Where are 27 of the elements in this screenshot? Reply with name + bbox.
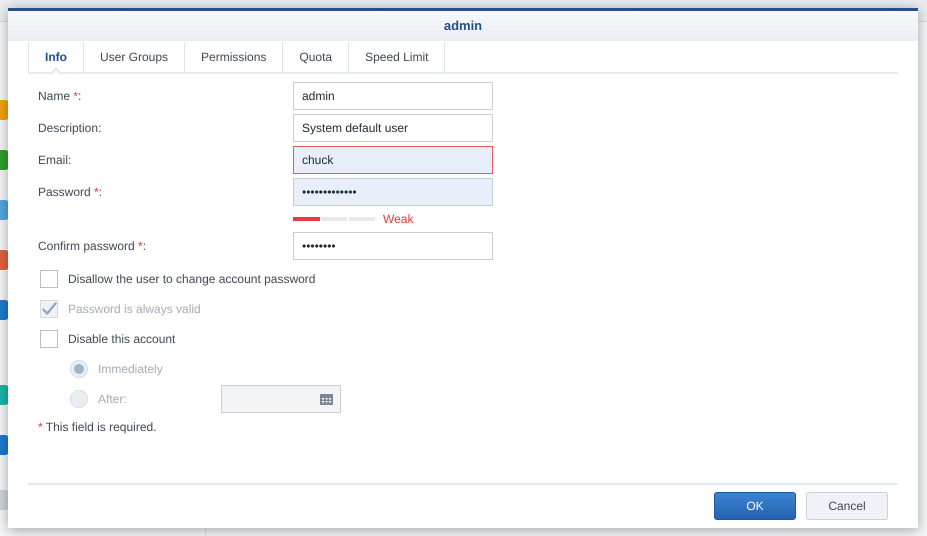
field-label: Password *: (38, 184, 104, 201)
tab[interactable]: Permissions (184, 42, 284, 72)
input-field[interactable]: chuck (293, 146, 493, 174)
password-field[interactable]: •••••••• (293, 232, 493, 260)
checkbox-label: Disable this account (68, 331, 176, 348)
strength-reading: Weak (383, 211, 414, 228)
field-label: Confirm password *: (38, 238, 148, 255)
input-field[interactable]: admin (293, 82, 493, 110)
tab[interactable]: Quota (282, 42, 350, 72)
field-label: Name *: (38, 88, 82, 105)
required-note: * This field is required. (38, 419, 158, 436)
checkbox-label: Disallow the user to change account password (68, 271, 316, 288)
dialog-title: admin (444, 17, 482, 36)
field-label: Description: (38, 120, 102, 137)
cancel-button[interactable]: Cancel (806, 492, 888, 520)
radio-label: After: (98, 391, 128, 408)
tab[interactable]: Info (28, 42, 84, 72)
checkbox[interactable] (40, 270, 58, 288)
tab[interactable]: Speed Limit (348, 42, 446, 72)
input-field[interactable]: System default user (293, 114, 493, 142)
tab[interactable]: User Groups (83, 42, 186, 72)
radio-label: Immediately (98, 361, 164, 378)
password-field[interactable]: ••••••••••••• (293, 178, 493, 206)
checkbox[interactable] (40, 330, 58, 348)
ok-button[interactable]: OK (714, 492, 796, 520)
checkbox-label: Password is always valid (68, 301, 201, 318)
field-label: Email: (38, 152, 72, 169)
